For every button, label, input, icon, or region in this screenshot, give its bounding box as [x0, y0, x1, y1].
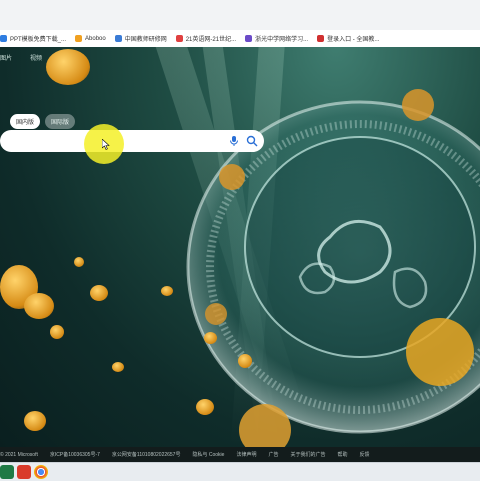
bookmark-school[interactable]: 浙光中学网络学习...	[245, 34, 308, 43]
bookmarks-bar: PPT模板免费下载_... Aboboo 中国教师研修网 21英语网-21世纪.…	[0, 30, 480, 48]
footer-privacy[interactable]: 隐私与 Cookie	[192, 451, 224, 458]
teacher-icon	[114, 35, 122, 42]
bookmark-login[interactable]: 登录入口 - 全国教...	[317, 34, 379, 43]
footer-about-ads[interactable]: 关于我们的广告	[290, 451, 325, 458]
bookmark-label: Aboboo	[85, 35, 106, 42]
jellyfish	[161, 286, 173, 296]
nav-images[interactable]: 图片	[0, 53, 12, 62]
search-homepage: 图片 视频 国内版 国际版	[0, 47, 480, 447]
bookmark-label: PPT模板免费下载_...	[10, 37, 67, 43]
nav-videos[interactable]: 视频	[30, 53, 42, 62]
wps-icon[interactable]	[17, 465, 31, 479]
top-nav: 图片 视频	[0, 47, 52, 62]
jellyfish	[50, 325, 64, 339]
jellyfish	[74, 257, 84, 267]
jellyfish	[46, 49, 90, 85]
search-input[interactable]	[0, 130, 264, 152]
bookmark-label: 浙光中学网络学习...	[255, 37, 309, 43]
chrome-icon[interactable]	[34, 465, 48, 479]
mouse-cursor-icon	[102, 139, 110, 150]
windows-taskbar	[0, 462, 480, 481]
page-footer: © 2021 Microsoft 京ICP备10036305号-7 京公网安备1…	[0, 447, 480, 462]
jellyfish	[238, 354, 252, 368]
bookmark-aboboo[interactable]: Aboboo	[75, 35, 106, 42]
microphone-icon[interactable]	[228, 135, 240, 147]
excel-icon[interactable]	[0, 465, 14, 479]
tab-international[interactable]: 国际版	[45, 114, 76, 129]
jellyfish	[112, 362, 124, 372]
footer-icp[interactable]: 京ICP备10036305号-7	[50, 451, 100, 458]
footer-help[interactable]: 帮助	[337, 451, 347, 458]
jellyfish	[24, 411, 46, 431]
tab-domestic[interactable]: 国内版	[10, 114, 41, 129]
footer-ads[interactable]: 广告	[268, 451, 278, 458]
browser-tab-strip	[0, 0, 480, 30]
jellyfish	[90, 285, 108, 301]
bookmark-english[interactable]: 21英语网-21世纪...	[175, 34, 237, 43]
jellyfish	[196, 399, 214, 415]
background-jellyfish-image	[186, 89, 480, 447]
footer-police[interactable]: 京公网安备11010802022657号	[112, 451, 181, 458]
login-icon	[317, 35, 325, 42]
region-tabs: 国内版 国际版	[10, 114, 76, 129]
footer-copyright: © 2021 Microsoft	[0, 451, 38, 458]
bookmark-teacher[interactable]: 中国教师研修网	[114, 34, 167, 43]
school-icon	[245, 35, 253, 42]
jellyfish	[204, 332, 217, 344]
search-icon[interactable]	[246, 135, 258, 147]
bookmark-label: 21英语网-21世纪...	[185, 37, 237, 43]
bookmark-ppt[interactable]: PPT模板免费下载_...	[0, 34, 66, 43]
jellyfish	[24, 293, 54, 319]
doc-icon	[0, 35, 7, 42]
bookmark-label: 登录入口 - 全国教...	[327, 37, 380, 43]
english-icon	[175, 35, 183, 42]
footer-legal[interactable]: 法律声明	[236, 451, 256, 458]
aboboo-icon	[75, 35, 83, 42]
bookmark-label: 中国教师研修网	[124, 37, 167, 43]
footer-feedback[interactable]: 反馈	[360, 451, 370, 458]
